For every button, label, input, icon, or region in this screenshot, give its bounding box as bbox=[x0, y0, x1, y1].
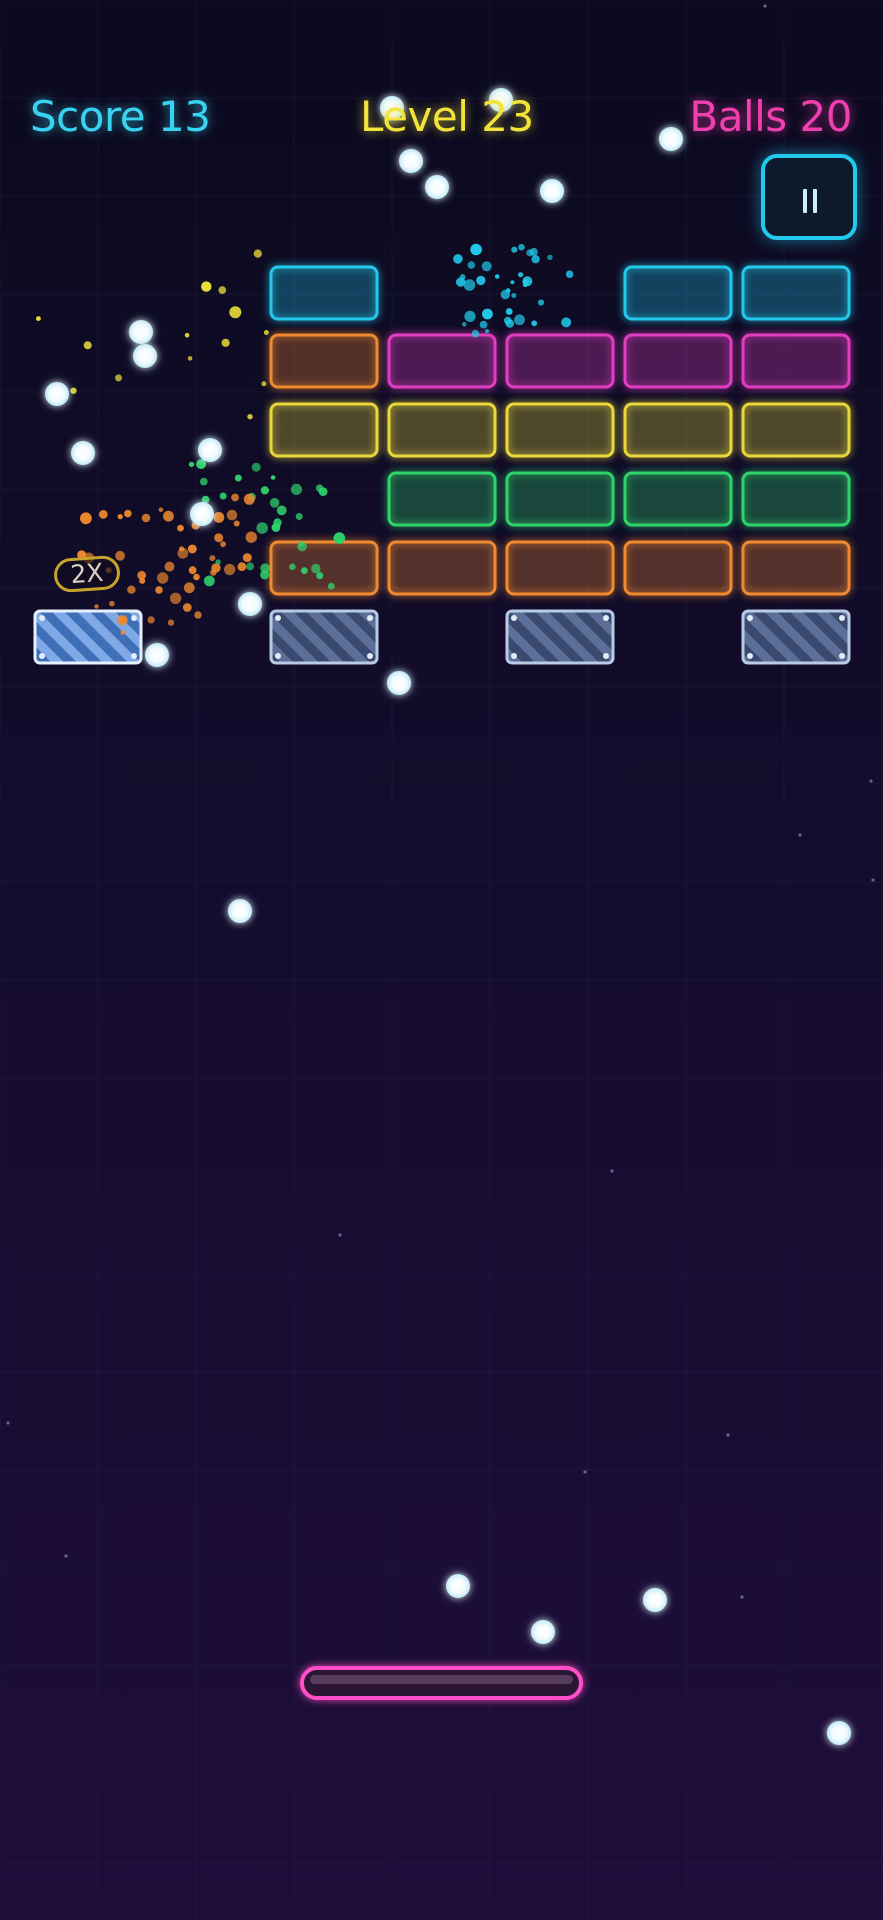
pause-icon bbox=[803, 189, 807, 213]
level-label: Level 23 bbox=[360, 92, 534, 141]
brick bbox=[269, 540, 379, 596]
brick bbox=[269, 265, 379, 321]
ball bbox=[129, 320, 153, 344]
brick bbox=[623, 540, 733, 596]
ball bbox=[827, 1721, 851, 1745]
ball bbox=[399, 149, 423, 173]
brick bbox=[387, 471, 497, 527]
ball bbox=[540, 179, 564, 203]
paddle[interactable] bbox=[300, 1666, 583, 1700]
brick bbox=[505, 333, 615, 389]
ball bbox=[198, 438, 222, 462]
pause-button[interactable] bbox=[761, 154, 857, 240]
brick bbox=[387, 540, 497, 596]
ball bbox=[45, 382, 69, 406]
brick-field bbox=[33, 265, 851, 665]
ball bbox=[643, 1588, 667, 1612]
brick bbox=[741, 265, 851, 321]
brick bbox=[505, 402, 615, 458]
game-board[interactable] bbox=[0, 0, 883, 1920]
ball bbox=[145, 643, 169, 667]
brick bbox=[387, 402, 497, 458]
ball bbox=[425, 175, 449, 199]
score-label: Score 13 bbox=[30, 92, 211, 141]
brick bbox=[623, 471, 733, 527]
balls-count-label: Balls 20 bbox=[689, 92, 852, 141]
pause-icon-bar bbox=[813, 189, 817, 213]
brick bbox=[623, 402, 733, 458]
background-stars bbox=[6, 4, 875, 1599]
brick bbox=[741, 540, 851, 596]
brick bbox=[741, 471, 851, 527]
brick bbox=[269, 402, 379, 458]
ball bbox=[446, 1574, 470, 1598]
ball bbox=[659, 127, 683, 151]
ball bbox=[531, 1620, 555, 1644]
ball bbox=[133, 344, 157, 368]
brick bbox=[741, 333, 851, 389]
brick bbox=[623, 265, 733, 321]
brick bbox=[741, 609, 851, 665]
multiplier-powerup[interactable]: 2X bbox=[52, 554, 122, 594]
brick bbox=[741, 402, 851, 458]
ball bbox=[71, 441, 95, 465]
brick bbox=[505, 540, 615, 596]
brick bbox=[505, 471, 615, 527]
ball bbox=[387, 671, 411, 695]
brick bbox=[269, 333, 379, 389]
ball bbox=[228, 899, 252, 923]
brick bbox=[269, 609, 379, 665]
brick bbox=[505, 609, 615, 665]
brick bbox=[387, 333, 497, 389]
ball bbox=[238, 592, 262, 616]
brick bbox=[623, 333, 733, 389]
ball bbox=[190, 502, 214, 526]
